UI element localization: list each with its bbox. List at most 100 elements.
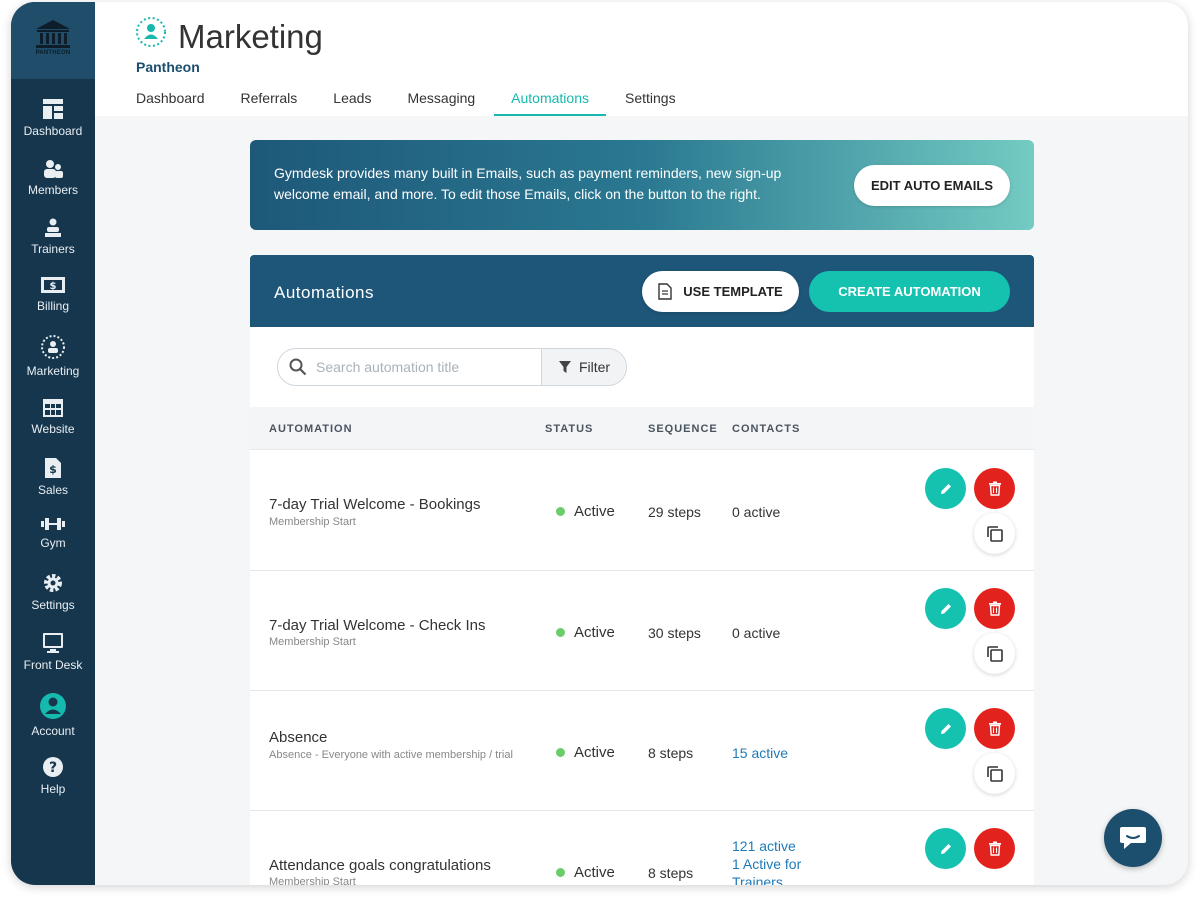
sidebar-item-account[interactable]: Account: [11, 692, 95, 738]
sidebar-item-marketing[interactable]: Marketing: [11, 334, 95, 378]
sidebar-item-members[interactable]: Members: [11, 159, 95, 197]
automation-name: 7-day Trial Welcome - Bookings: [269, 496, 481, 513]
sidebar-item-label: Marketing: [26, 364, 80, 378]
sequence-cell: 30 steps: [648, 625, 701, 641]
column-header-automation: AUTOMATION: [269, 423, 353, 435]
sidebar-item-label: Billing: [36, 299, 69, 313]
use-template-button[interactable]: USE TEMPLATE: [642, 271, 799, 312]
svg-text:?: ?: [49, 760, 57, 776]
search-input[interactable]: [316, 349, 536, 385]
page-title: Marketing: [178, 18, 323, 55]
sidebar-item-website[interactable]: Website: [11, 398, 95, 436]
delete-button[interactable]: [974, 588, 1015, 629]
contacts-link[interactable]: 121 active 1 Active for Trainers: [732, 837, 801, 885]
automation-trigger: Membership Start: [269, 516, 356, 528]
organization-name: Pantheon: [136, 59, 200, 75]
table-row[interactable]: 7-day Trial Welcome - Bookings Membershi…: [250, 451, 1034, 571]
pencil-icon: [940, 843, 951, 854]
tab-messaging[interactable]: Messaging: [407, 88, 475, 116]
logo[interactable]: PANTHEON: [11, 2, 95, 79]
chat-widget-button[interactable]: [1104, 809, 1162, 867]
tab-leads[interactable]: Leads: [333, 88, 371, 116]
status-text: Active: [574, 744, 615, 761]
table-header: AUTOMATION STATUS SEQUENCE CONTACTS: [250, 407, 1034, 450]
duplicate-button[interactable]: [974, 753, 1015, 794]
use-template-label: USE TEMPLATE: [683, 284, 783, 299]
search-icon: [289, 358, 307, 376]
user-avatar-icon: [40, 693, 66, 719]
edit-button[interactable]: [925, 588, 966, 629]
sidebar-item-label: Help: [40, 782, 66, 796]
members-icon: [44, 160, 63, 178]
table-row[interactable]: Absence Absence - Everyone with active m…: [250, 691, 1034, 811]
info-banner: Gymdesk provides many built in Emails, s…: [250, 140, 1034, 230]
edit-button[interactable]: [925, 468, 966, 509]
sidebar-item-trainers[interactable]: Trainers: [11, 218, 95, 256]
duplicate-button[interactable]: [974, 633, 1015, 674]
sales-icon: $: [45, 458, 61, 478]
automation-trigger: Absence - Everyone with active membershi…: [269, 749, 513, 761]
trash-icon: [988, 721, 1001, 736]
dumbbell-icon: [41, 518, 65, 530]
filter-label: Filter: [578, 359, 611, 375]
contacts-cell: 0 active: [732, 504, 781, 520]
trash-icon: [988, 841, 1001, 856]
sidebar-item-label: Trainers: [31, 242, 75, 256]
contacts-line: 1 Active for: [732, 856, 802, 872]
sidebar-item-dashboard[interactable]: Dashboard: [11, 98, 95, 138]
tab-dashboard[interactable]: Dashboard: [136, 88, 205, 116]
status-dot: [556, 748, 565, 757]
copy-icon: [986, 765, 1003, 782]
delete-button[interactable]: [974, 828, 1015, 869]
trash-icon: [988, 601, 1001, 616]
duplicate-button[interactable]: [974, 513, 1015, 554]
pencil-icon: [940, 723, 951, 734]
automation-trigger: Membership Start: [269, 876, 356, 885]
sidebar-item-gym[interactable]: Gym: [11, 516, 95, 550]
table-row[interactable]: Attendance goals congratulations Members…: [250, 811, 1034, 885]
automations-card-header: Automations USE TEMPLATE CREATE AUTOMATI…: [250, 255, 1034, 327]
sidebar-item-help[interactable]: ? Help: [11, 756, 95, 796]
create-automation-button[interactable]: CREATE AUTOMATION: [809, 271, 1010, 312]
sidebar-item-settings[interactable]: Settings: [11, 572, 95, 612]
sequence-cell: 8 steps: [648, 745, 694, 761]
tab-automations[interactable]: Automations: [494, 88, 606, 116]
edit-auto-emails-button[interactable]: EDIT AUTO EMAILS: [854, 165, 1010, 206]
pencil-icon: [940, 603, 951, 614]
sidebar: PANTHEON Dashboard Members Trainers $ Bi…: [11, 2, 95, 885]
tab-settings[interactable]: Settings: [625, 88, 676, 116]
filter-button[interactable]: Filter: [541, 349, 626, 385]
website-icon: [43, 399, 63, 417]
edit-button[interactable]: [925, 828, 966, 869]
marketing-icon: [41, 335, 65, 359]
trainers-icon: [45, 218, 61, 237]
help-icon: ?: [43, 757, 63, 777]
delete-button[interactable]: [974, 468, 1015, 509]
automation-trigger: Membership Start: [269, 636, 356, 648]
delete-button[interactable]: [974, 708, 1015, 749]
edit-button[interactable]: [925, 708, 966, 749]
sidebar-item-sales[interactable]: $ Sales: [11, 457, 95, 497]
sidebar-item-label: Settings: [31, 598, 75, 612]
status-text: Active: [574, 864, 615, 881]
contacts-link[interactable]: 15 active: [732, 744, 788, 762]
svg-text:$: $: [50, 281, 57, 292]
tab-referrals[interactable]: Referrals: [241, 88, 298, 116]
status-cell: Active: [556, 624, 615, 641]
sidebar-item-label: Gym: [40, 536, 66, 550]
tab-bar: Dashboard Referrals Leads Messaging Auto…: [136, 88, 712, 116]
status-dot: [556, 628, 565, 637]
trash-icon: [988, 481, 1001, 496]
sidebar-item-billing[interactable]: $ Billing: [11, 275, 95, 313]
table-row[interactable]: 7-day Trial Welcome - Check Ins Membersh…: [250, 571, 1034, 691]
contacts-line: 121 active: [732, 838, 796, 854]
sidebar-item-label: Front Desk: [23, 658, 83, 672]
sidebar-item-front-desk[interactable]: Front Desk: [11, 632, 95, 672]
gear-icon: [44, 574, 62, 592]
app-window: PANTHEON Dashboard Members Trainers $ Bi…: [11, 2, 1188, 885]
column-header-status: STATUS: [545, 423, 594, 435]
contacts-line: Trainers: [732, 874, 783, 885]
chat-bubble-icon: [1120, 827, 1146, 849]
sequence-cell: 29 steps: [648, 504, 701, 520]
automation-name: Absence: [269, 729, 328, 746]
